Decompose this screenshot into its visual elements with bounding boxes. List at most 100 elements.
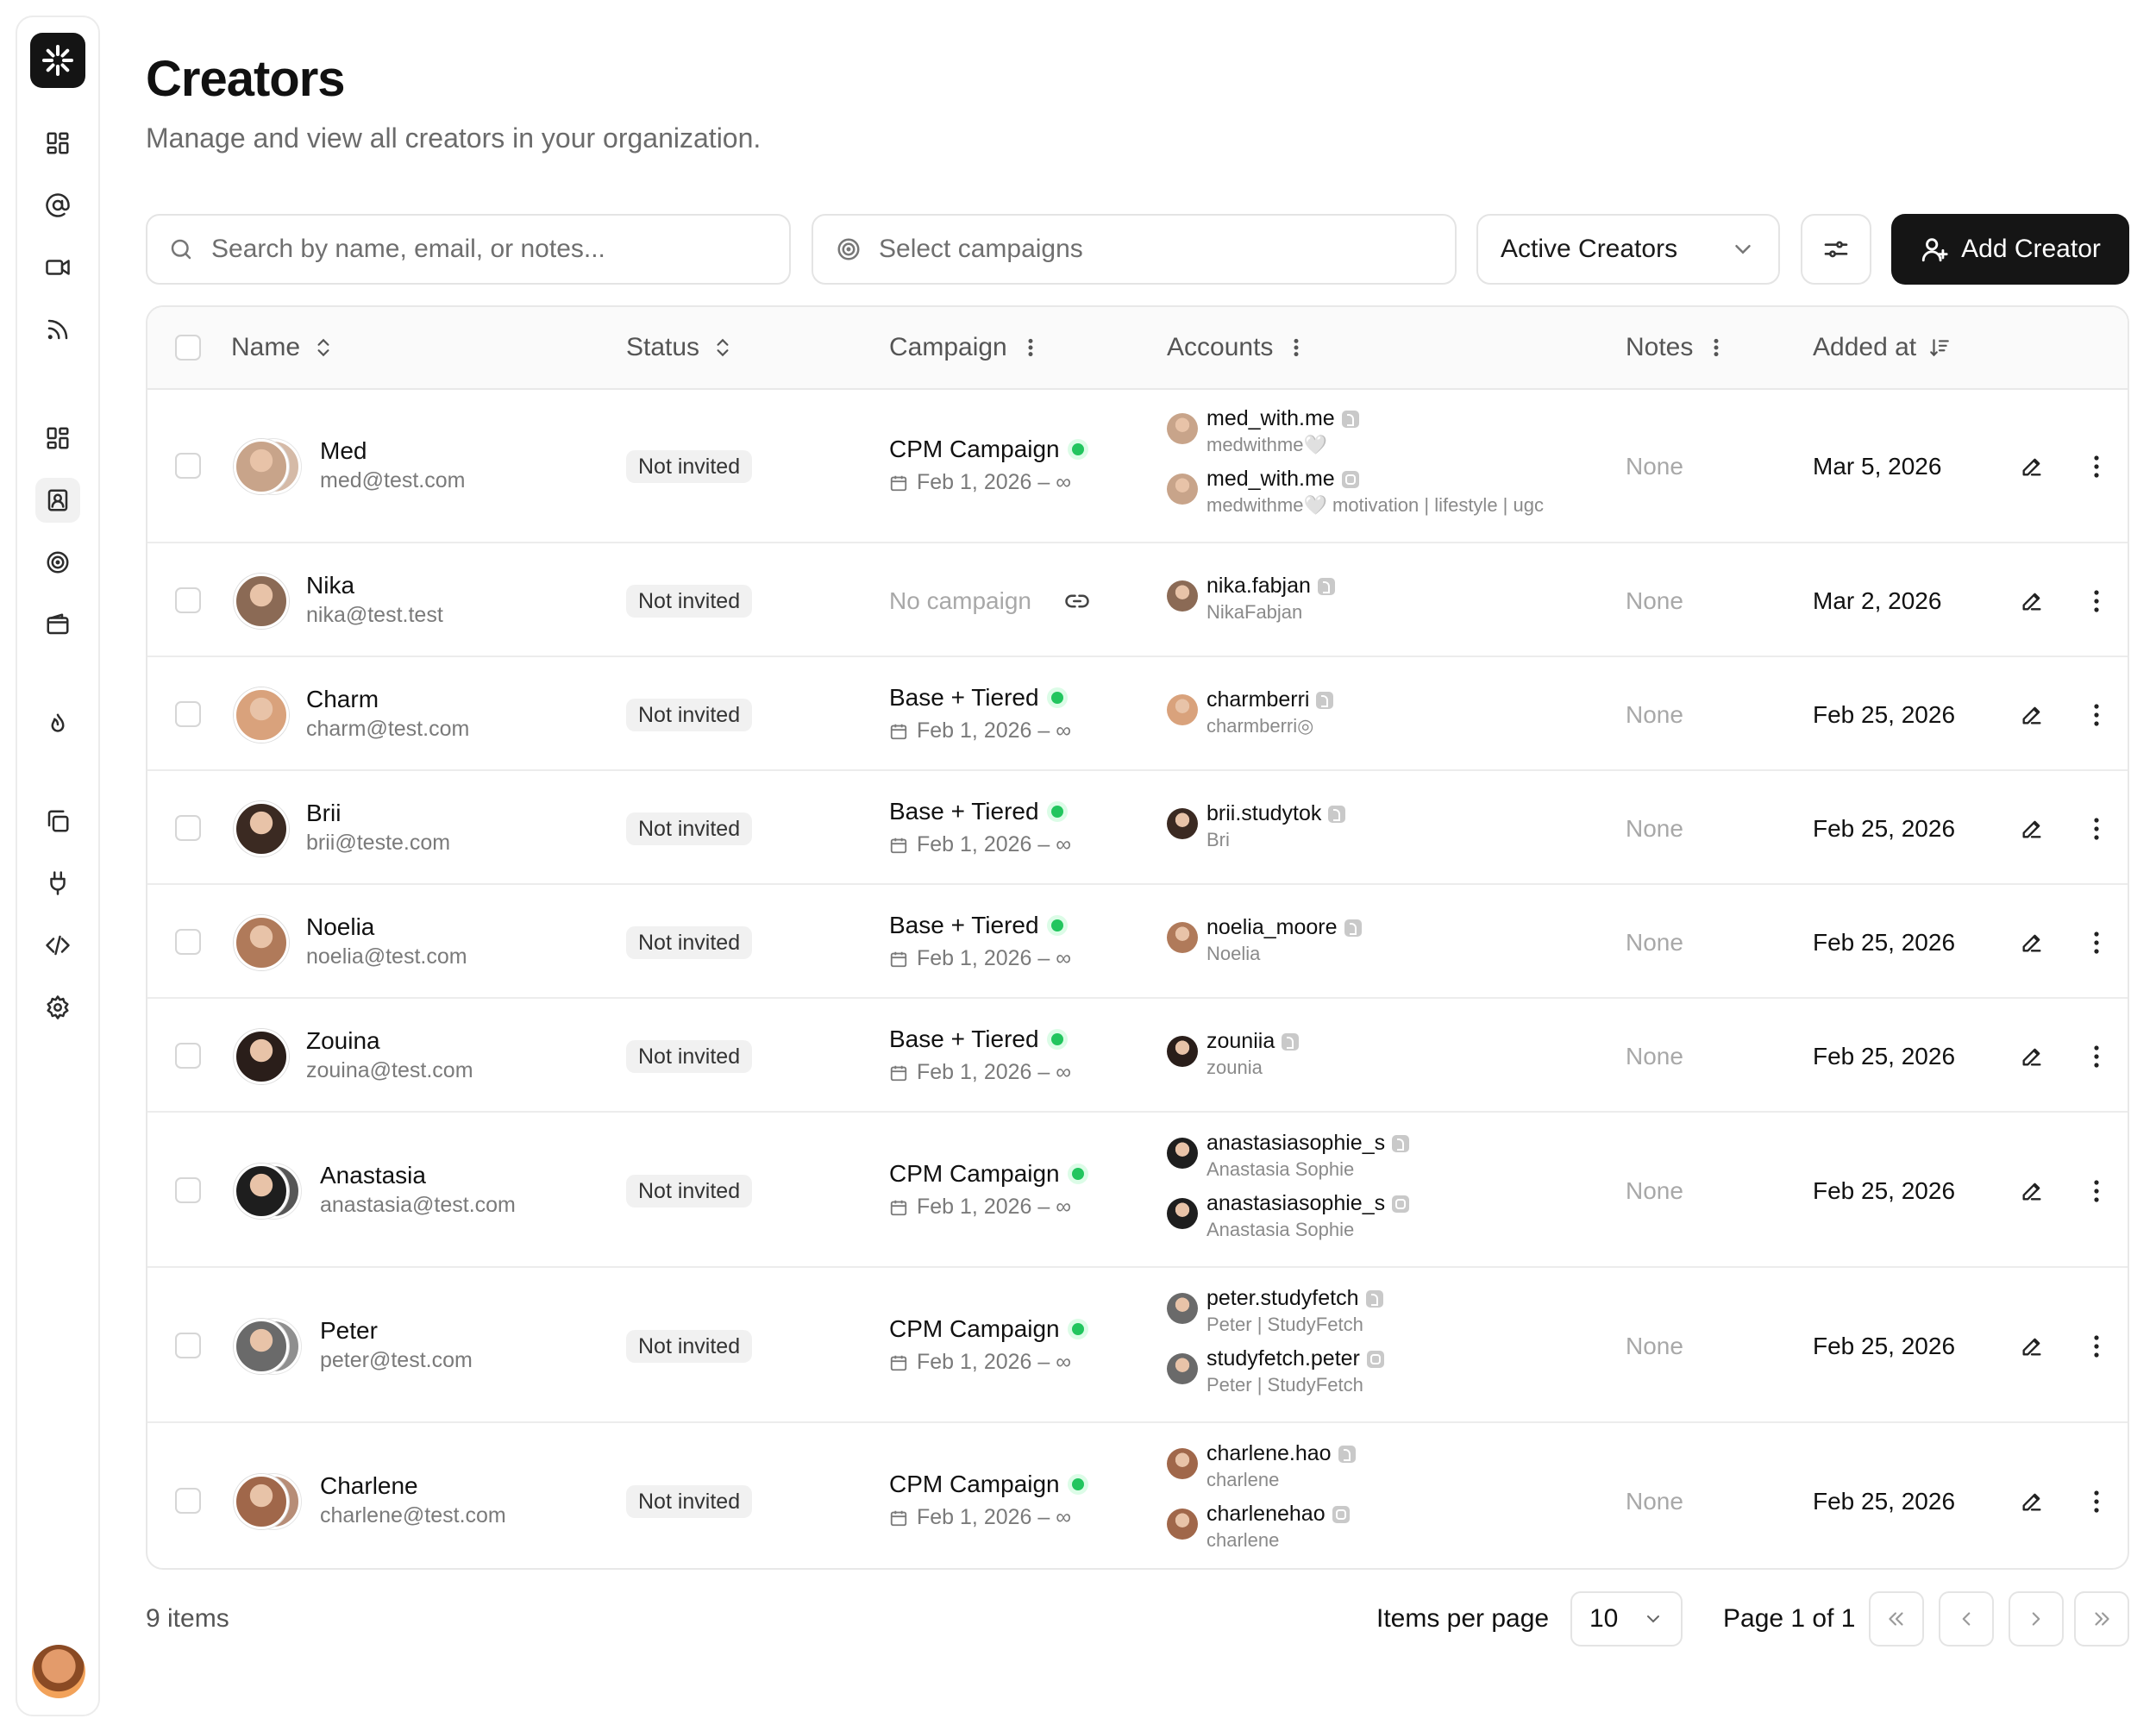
campaign-name[interactable]: Base + Tiered (889, 684, 1063, 712)
row-actions-button[interactable] (2079, 1484, 2114, 1519)
table-row[interactable]: Brii brii@teste.com Not invited Base + Tier… (147, 773, 2128, 885)
account-handle[interactable]: studyfetch.peter (1206, 1346, 1384, 1371)
sidebar-item-dashboard[interactable] (35, 121, 80, 166)
row-actions-button[interactable] (2079, 449, 2114, 484)
creator-name[interactable]: Brii (306, 800, 341, 827)
table-row[interactable]: Nika nika@test.test Not invited No campaign… (147, 545, 2128, 657)
creator-name[interactable]: Nika (306, 572, 354, 599)
creator-name[interactable]: Zouina (306, 1027, 380, 1055)
column-header-added-at[interactable]: Added at (1813, 307, 1951, 388)
sidebar-item-developer[interactable] (35, 923, 80, 968)
edit-button[interactable] (2015, 584, 2049, 618)
table-row[interactable]: Charlene charlene@test.com Not invited CPM … (147, 1425, 2128, 1568)
column-header-notes[interactable]: Notes (1626, 307, 1727, 388)
row-checkbox[interactable] (175, 1333, 201, 1358)
campaign-name[interactable]: Base + Tiered (889, 798, 1063, 825)
row-actions-button[interactable] (2079, 698, 2114, 732)
filter-settings-button[interactable] (1801, 214, 1871, 285)
row-actions-button[interactable] (2079, 812, 2114, 846)
logo-icon[interactable] (30, 33, 85, 88)
account-handle[interactable]: charlenehao (1206, 1502, 1350, 1527)
add-creator-button[interactable]: Add Creator (1891, 214, 2129, 285)
row-checkbox[interactable] (175, 587, 201, 613)
sidebar-item-library[interactable] (35, 799, 80, 844)
campaign-name[interactable]: CPM Campaign (889, 1160, 1084, 1188)
row-checkbox[interactable] (175, 1043, 201, 1069)
edit-button[interactable] (2015, 1174, 2049, 1208)
row-actions-button[interactable] (2079, 1174, 2114, 1208)
account-handle[interactable]: nika.fabjan (1206, 574, 1335, 599)
sidebar-item-integrations[interactable] (35, 861, 80, 906)
account-handle[interactable]: charmberri (1206, 687, 1334, 712)
edit-button[interactable] (2015, 925, 2049, 960)
campaign-name[interactable]: Base + Tiered (889, 912, 1063, 939)
account-handle[interactable]: zouniia (1206, 1029, 1300, 1054)
creator-name[interactable]: Anastasia (320, 1162, 426, 1189)
user-avatar[interactable] (32, 1645, 85, 1698)
table-row[interactable]: Peter peter@test.com Not invited CPM Campai… (147, 1270, 2128, 1423)
previous-page-button[interactable] (1939, 1591, 1994, 1647)
sidebar-item-creators[interactable] (35, 478, 80, 523)
account-handle[interactable]: med_with.me (1206, 406, 1359, 431)
search-box[interactable] (146, 214, 791, 285)
creator-name[interactable]: Charlene (320, 1472, 418, 1500)
sidebar-item-campaigns[interactable] (35, 540, 80, 585)
edit-button[interactable] (2015, 698, 2049, 732)
campaign-name[interactable]: CPM Campaign (889, 1471, 1084, 1498)
account-handle[interactable]: noelia_moore (1206, 915, 1362, 940)
row-checkbox[interactable] (175, 1488, 201, 1514)
row-checkbox[interactable] (175, 929, 201, 955)
status-filter-select[interactable]: Active Creators (1476, 214, 1780, 285)
sidebar-item-settings[interactable] (35, 985, 80, 1030)
row-checkbox[interactable] (175, 453, 201, 479)
creator-name[interactable]: Noelia (306, 913, 374, 941)
sidebar-item-overview[interactable] (35, 416, 80, 461)
campaign-name[interactable]: CPM Campaign (889, 436, 1084, 463)
creator-name[interactable]: Med (320, 437, 367, 465)
edit-button[interactable] (2015, 812, 2049, 846)
account-handle[interactable]: med_with.me (1206, 467, 1359, 492)
campaign-name[interactable]: CPM Campaign (889, 1315, 1084, 1343)
search-input[interactable] (211, 235, 780, 264)
sidebar-item-mentions[interactable] (35, 183, 80, 228)
row-actions-button[interactable] (2079, 925, 2114, 960)
row-checkbox[interactable] (175, 815, 201, 841)
table-row[interactable]: Noelia noelia@test.com Not invited Base + T… (147, 887, 2128, 999)
edit-button[interactable] (2015, 449, 2049, 484)
row-actions-button[interactable] (2079, 1039, 2114, 1074)
account-handle[interactable]: anastasiasophie_s (1206, 1131, 1410, 1156)
edit-button[interactable] (2015, 1484, 2049, 1519)
campaign-select[interactable]: Select campaigns (812, 214, 1457, 285)
creator-name[interactable]: Charm (306, 686, 379, 713)
first-page-button[interactable] (1869, 1591, 1924, 1647)
last-page-button[interactable] (2074, 1591, 2129, 1647)
account-handle[interactable]: peter.studyfetch (1206, 1286, 1383, 1311)
table-row[interactable]: Anastasia anastasia@test.com Not invited CP… (147, 1114, 2128, 1268)
sidebar-item-wallet[interactable] (35, 602, 80, 647)
account-handle[interactable]: charlene.hao (1206, 1441, 1356, 1466)
column-header-accounts[interactable]: Accounts (1167, 307, 1307, 388)
select-all-checkbox[interactable] (175, 335, 201, 361)
row-checkbox[interactable] (175, 701, 201, 727)
edit-button[interactable] (2015, 1039, 2049, 1074)
link-icon[interactable] (1064, 588, 1090, 614)
edit-button[interactable] (2015, 1329, 2049, 1364)
row-actions-button[interactable] (2079, 1329, 2114, 1364)
column-header-name[interactable]: Name (231, 307, 335, 388)
sidebar-item-trending[interactable] (35, 702, 80, 747)
row-checkbox[interactable] (175, 1177, 201, 1203)
sidebar-item-videos[interactable] (35, 245, 80, 290)
table-row[interactable]: Zouina zouina@test.com Not invited Base + T… (147, 1000, 2128, 1113)
account-handle[interactable]: brii.studytok (1206, 801, 1346, 826)
table-row[interactable]: Med med@test.com Not invited CPM Campaign Fe… (147, 390, 2128, 543)
row-actions-button[interactable] (2079, 584, 2114, 618)
sidebar-item-feed[interactable] (35, 307, 80, 352)
column-header-campaign[interactable]: Campaign (889, 307, 1042, 388)
creator-name[interactable]: Peter (320, 1317, 378, 1345)
table-row[interactable]: Charm charm@test.com Not invited Base + Tie… (147, 659, 2128, 771)
campaign-name[interactable]: Base + Tiered (889, 1026, 1063, 1053)
items-per-page-select[interactable]: 10 (1570, 1591, 1683, 1647)
account-handle[interactable]: anastasiasophie_s (1206, 1191, 1410, 1216)
next-page-button[interactable] (2009, 1591, 2064, 1647)
column-header-status[interactable]: Status (626, 307, 734, 388)
